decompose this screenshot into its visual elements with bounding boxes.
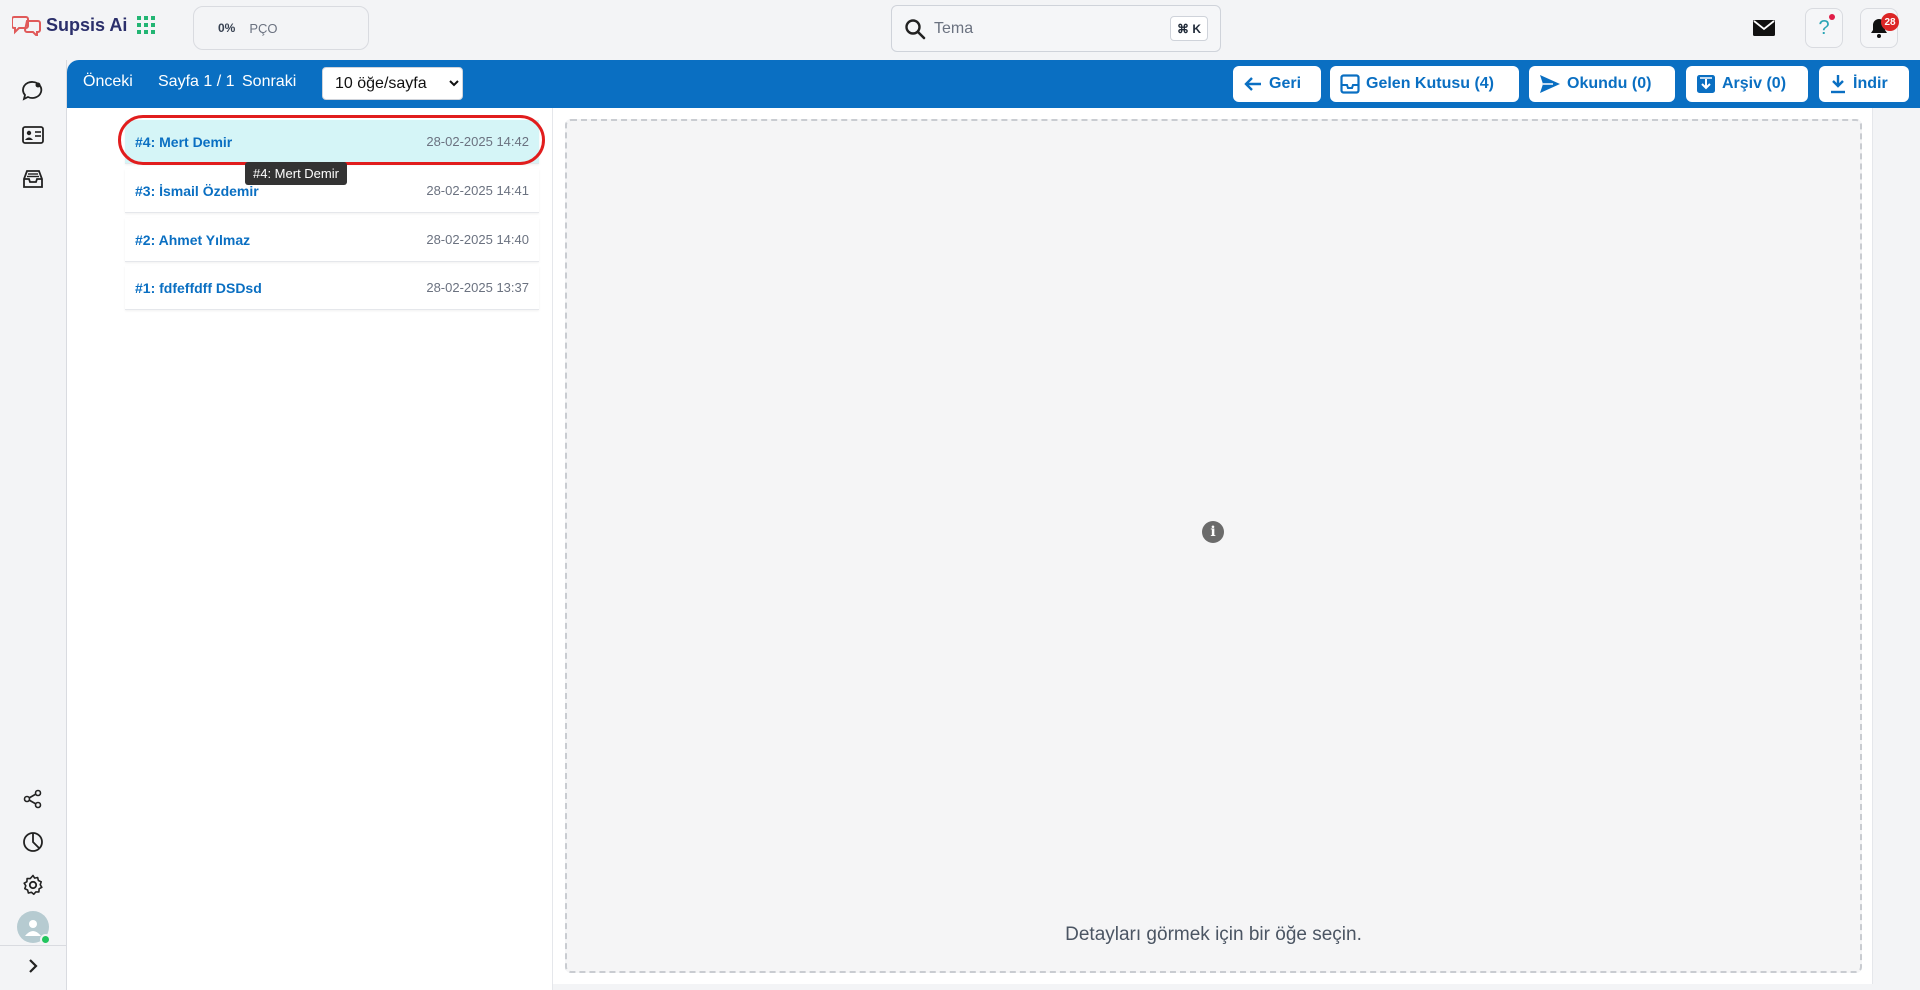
inbox-tray-icon[interactable]: [20, 166, 46, 192]
download-icon: [1831, 75, 1845, 94]
inbox-icon: [1340, 74, 1360, 94]
list-item-title: #4: Mert Demir: [135, 133, 233, 150]
info-icon: i: [1202, 521, 1224, 543]
search-shortcut: ⌘ K: [1170, 16, 1208, 41]
list-item-date: 28-02-2025 13:37: [426, 280, 529, 295]
search-input[interactable]: [934, 19, 1164, 38]
inbox-label: Gelen Kutusu (4): [1366, 75, 1495, 92]
list-item-title: #1: fdfeffdff DSDsd: [135, 279, 262, 296]
list-item-title: #3: İsmail Özdemir: [135, 182, 259, 199]
top-bar: Supsis Ai 0% PÇO ⌘ K ?: [0, 0, 1920, 60]
apps-grid-icon[interactable]: [137, 16, 155, 39]
settings-icon[interactable]: [20, 872, 46, 898]
read-button[interactable]: Okundu (0): [1529, 66, 1675, 102]
brand-name: Supsis Ai: [46, 14, 128, 35]
detail-empty-area: [565, 119, 1862, 973]
share-icon[interactable]: [20, 786, 46, 812]
brand-logo[interactable]: Supsis Ai: [12, 14, 127, 36]
list-item[interactable]: #2: Ahmet Yılmaz 28-02-2025 14:40: [125, 218, 539, 262]
read-label: Okundu (0): [1567, 75, 1652, 92]
progress-percent: 0%: [218, 21, 236, 35]
archive-button[interactable]: Arşiv (0): [1686, 66, 1808, 102]
chat-bubbles-logo-icon: [12, 16, 41, 36]
list-item-date: 28-02-2025 14:41: [426, 183, 529, 198]
empty-state-message: Detayları görmek için bir öğe seçin.: [1065, 924, 1362, 945]
help-button[interactable]: ?: [1805, 8, 1843, 48]
notifications-button[interactable]: 28: [1860, 8, 1899, 48]
list-item-date: 28-02-2025 14:40: [426, 232, 529, 247]
search-box[interactable]: ⌘ K: [891, 5, 1221, 52]
back-label: Geri: [1269, 75, 1302, 92]
arrow-left-icon: [1244, 77, 1261, 91]
next-page-link[interactable]: Sonraki: [242, 73, 296, 91]
list-item-date: 28-02-2025 14:42: [426, 134, 529, 149]
list-item[interactable]: #4: Mert Demir 28-02-2025 14:42: [125, 120, 539, 164]
page-indicator: Sayfa 1 / 1: [158, 73, 235, 90]
rail-divider: [0, 945, 67, 946]
progress-pill[interactable]: 0% PÇO: [193, 6, 369, 50]
pagination-toolbar: Önceki Sayfa 1 / 1 Sonraki 10 öğe/sayfa …: [67, 60, 1920, 108]
back-button[interactable]: Geri: [1233, 66, 1321, 102]
download-button[interactable]: İndir: [1819, 66, 1909, 102]
help-dot: [1829, 14, 1835, 20]
item-tooltip: #4: Mert Demir: [245, 162, 347, 185]
mail-icon: [1753, 20, 1775, 36]
contact-card-icon[interactable]: [20, 122, 46, 148]
user-icon: [25, 920, 41, 936]
progress-label: PÇO: [249, 20, 278, 36]
archive-label: Arşiv (0): [1722, 75, 1787, 92]
download-label: İndir: [1853, 75, 1888, 92]
avatar[interactable]: [17, 911, 51, 945]
list-item[interactable]: #1: fdfeffdff DSDsd 28-02-2025 13:37: [125, 266, 539, 310]
online-status-dot: [40, 934, 51, 945]
item-list-panel: #4: Mert Demir 28-02-2025 14:42 #3: İsma…: [67, 108, 553, 990]
left-rail: [0, 60, 67, 990]
chevron-right-icon[interactable]: [20, 953, 46, 979]
notification-count-badge: 28: [1881, 13, 1899, 31]
inbox-button[interactable]: Gelen Kutusu (4): [1330, 66, 1519, 102]
send-icon: [1540, 75, 1560, 93]
prev-page-link[interactable]: Önceki: [83, 73, 133, 91]
list-item-title: #2: Ahmet Yılmaz: [135, 231, 251, 248]
per-page-select[interactable]: 10 öğe/sayfa: [322, 67, 463, 100]
pie-chart-icon[interactable]: [20, 829, 46, 855]
help-icon: ?: [1818, 16, 1830, 39]
mail-button[interactable]: [1752, 14, 1776, 45]
chat-icon[interactable]: [20, 78, 46, 104]
search-icon: [905, 18, 926, 39]
archive-icon: [1697, 75, 1715, 93]
